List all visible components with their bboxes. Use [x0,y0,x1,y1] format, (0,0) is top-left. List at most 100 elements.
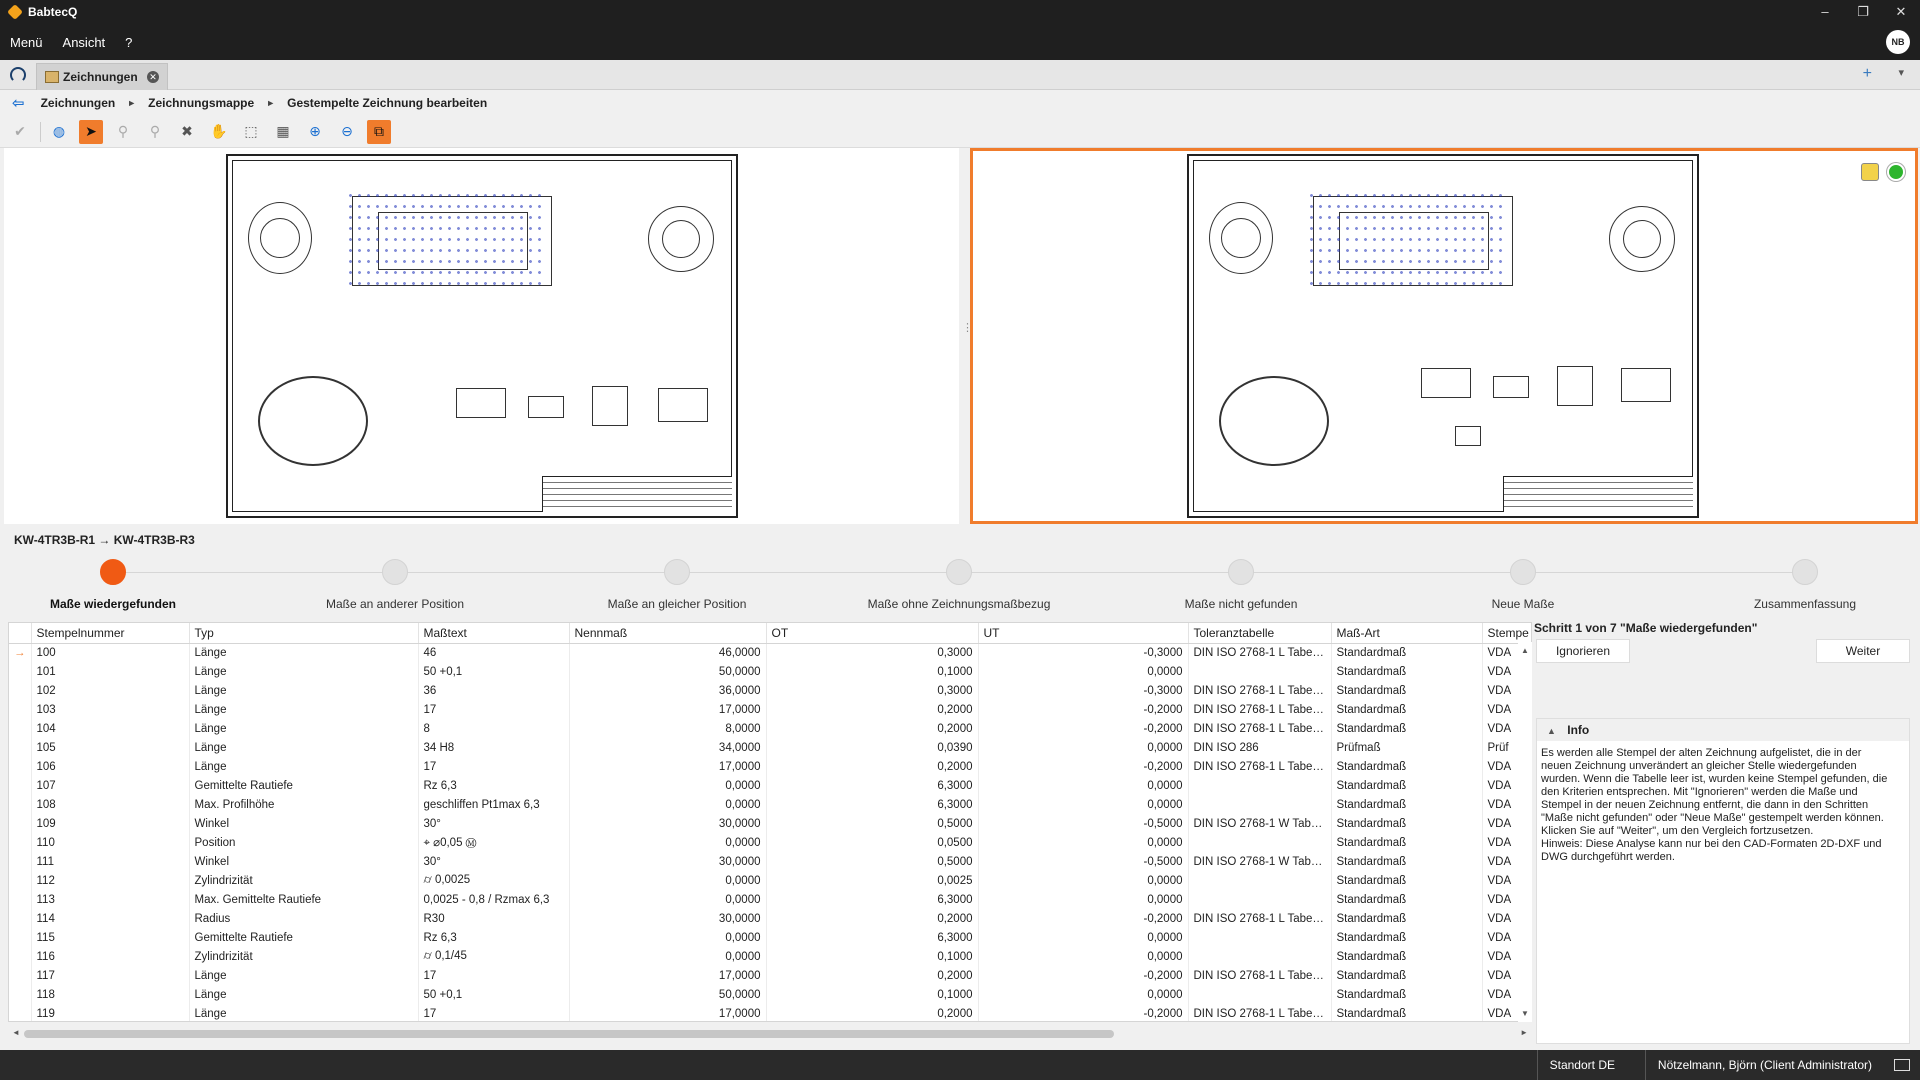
globe-icon[interactable]: ◍ [47,120,71,144]
table-row[interactable]: 119 Länge 17 17,0000 0,2000 -0,2000 DIN ISO 27… [9,1004,1531,1021]
next-button[interactable]: Weiter [1816,639,1910,663]
table-cell: 119 [31,1004,190,1021]
scroll-down-icon[interactable]: ▼ [1521,1009,1529,1018]
tab-label: Zeichnungen [63,70,138,84]
table-row[interactable]: 101 Länge 50 +0,1 50,0000 0,1000 0,0000 Standa… [9,662,1531,681]
row-indicator [9,1004,32,1021]
column-header-typ[interactable]: Typ [189,623,419,644]
table-cell: 0,0000 [978,776,1189,795]
scroll-left-icon[interactable]: ◄ [12,1028,20,1037]
table-cell: Standardmaß [1331,928,1483,947]
table-row[interactable]: 111 Winkel 30° 30,0000 0,5000 -0,5000 DIN ISO … [9,852,1531,871]
info-header[interactable]: ▲ Info [1537,719,1909,741]
table-row[interactable]: 116 Zylindrizität ⌭ 0,1/45 0,0000 0,1000 0,00… [9,947,1531,966]
compare-view-icon[interactable]: ⧉ [367,119,391,144]
menu-item-help[interactable]: ? [125,35,132,50]
table-row[interactable]: 108 Max. Profilhöhe geschliffen Pt1max 6,3… [9,795,1531,814]
zoom-area-icon[interactable]: ⬚ [239,120,263,144]
table-row[interactable]: 105 Länge 34 H8 34,0000 0,0390 0,0000 DIN ISO … [9,738,1531,757]
collapse-caret-icon[interactable]: ▲ [1547,726,1556,736]
table-row[interactable]: 103 Länge 17 17,0000 0,2000 -0,2000 DIN ISO 27… [9,700,1531,719]
tab-close-icon[interactable]: ✕ [147,71,159,83]
table-cell: -0,2000 [978,909,1189,928]
column-header-masstext[interactable]: Maßtext [418,623,570,644]
table-cell: 105 [31,738,190,757]
table-cell: 6,3000 [766,928,979,947]
table-row[interactable]: 104 Länge 8 8,0000 0,2000 -0,2000 DIN ISO 2768… [9,719,1531,738]
table-row[interactable]: 112 Zylindrizität ⌭ 0,0025 0,0000 0,0025 0,00… [9,871,1531,890]
column-header-nennmass[interactable]: Nennmaß [569,623,767,644]
horizontal-scrollbar[interactable]: ◄ ► [8,1026,1532,1042]
breadcrumb-item-zeichnungen[interactable]: Zeichnungen [41,96,116,110]
table-cell: -0,5000 [978,814,1189,833]
pane-splitter-handle[interactable]: ⋮ [962,323,973,345]
table-cell: Gemittelte Rautiefe [189,928,419,947]
scroll-thumb[interactable] [24,1030,1114,1038]
dashboard-icon[interactable] [10,67,26,83]
step-ohne-bezug[interactable]: Maße ohne Zeichnungsmaßbezug [859,554,1059,611]
table-row[interactable]: 113 Max. Gemittelte Rautiefe 0,0025 - 0,8 … [9,890,1531,909]
vertical-scrollbar[interactable]: ▲ ▼ [1518,642,1532,1022]
table-row[interactable]: 109 Winkel 30° 30,0000 0,5000 -0,5000 DIN ISO … [9,814,1531,833]
zoom-in-icon[interactable]: ⊕ [303,120,327,144]
breadcrumb-item-zeichnungsmappe[interactable]: Zeichnungsmappe [148,96,254,110]
mail-icon[interactable] [1894,1059,1910,1071]
row-indicator [9,890,32,909]
row-indicator [9,700,32,719]
table-row[interactable]: 114 Radius R30 30,0000 0,2000 -0,2000 DIN ISO … [9,909,1531,928]
step-neue-masse[interactable]: Neue Maße [1423,554,1623,611]
old-drawing-pane[interactable] [4,148,959,524]
table-row[interactable]: 106 Länge 17 17,0000 0,2000 -0,2000 DIN ISO 27… [9,757,1531,776]
table-row[interactable]: 117 Länge 17 17,0000 0,2000 -0,2000 DIN ISO 27… [9,966,1531,985]
stamp-icon[interactable]: ⚲ [111,120,135,144]
table-cell: 112 [31,871,190,890]
table-row[interactable]: 115 Gemittelte Rautiefe Rz 6,3 0,0000 6,3000… [9,928,1531,947]
hand-pan-icon[interactable]: ✋ [207,120,231,144]
close-icon[interactable]: ✕ [1882,0,1920,24]
table-row[interactable]: 110 Position ⌖ ⌀0,05 Ⓜ 0,0000 0,0500 0,0000 St… [9,833,1531,852]
scroll-up-icon[interactable]: ▲ [1521,646,1529,655]
remove-stamp-icon[interactable]: ✖ [175,120,199,144]
step-gleiche-position[interactable]: Maße an gleicher Position [577,554,777,611]
menu-item-menue[interactable]: Menü [10,35,43,50]
menu-item-ansicht[interactable]: Ansicht [63,35,106,50]
tab-zeichnungen[interactable]: Zeichnungen ✕ [36,63,168,90]
table-cell: DIN ISO 2768-1 L Tabelle... [1188,719,1332,738]
table-cell: 50 +0,1 [418,662,570,681]
table-row[interactable]: → 100 Länge 46 46,0000 0,3000 -0,3000 DIN ISO 2… [9,643,1531,662]
back-arrow-icon[interactable]: ⇦ [12,94,25,112]
select-pointer-icon[interactable]: ➤ [79,119,103,144]
column-header-stempelnummer[interactable]: Stempelnummer [31,623,190,644]
table-row[interactable]: 118 Länge 50 +0,1 50,0000 0,1000 0,0000 Standa… [9,985,1531,1004]
title-block [1503,476,1693,512]
zoom-out-icon[interactable]: ⊖ [335,120,359,144]
table-row[interactable]: 107 Gemittelte Rautiefe Rz 6,3 0,0000 6,3000… [9,776,1531,795]
step-andere-position[interactable]: Maße an anderer Position [295,554,495,611]
user-key-icon[interactable] [1861,163,1879,181]
stamp-multi-icon[interactable]: ⚲ [143,120,167,144]
step-zusammenfassung[interactable]: Zusammenfassung [1705,554,1905,611]
fit-page-icon[interactable]: ▦ [271,120,295,144]
table-row[interactable]: 102 Länge 36 36,0000 0,3000 -0,3000 DIN ISO 27… [9,681,1531,700]
new-drawing-pane[interactable] [970,148,1918,524]
table-cell: Länge [189,985,419,1004]
checkmark-icon[interactable]: ✔ [8,120,32,144]
step-nicht-gefunden[interactable]: Maße nicht gefunden [1141,554,1341,611]
scroll-right-icon[interactable]: ► [1520,1028,1528,1037]
chevron-down-icon[interactable]: ▾ [1898,66,1904,79]
column-header-toleranztabelle[interactable]: Toleranztabelle [1188,623,1332,644]
column-header-ot[interactable]: OT [766,623,979,644]
minimize-icon[interactable]: – [1806,0,1844,24]
column-header-stempel[interactable]: Stempe [1482,623,1531,644]
restore-icon[interactable]: ❐ [1844,0,1882,24]
table-cell: Standardmaß [1331,890,1483,909]
chevron-right-icon: ► [266,98,276,108]
column-header-ut[interactable]: UT [978,623,1189,644]
avatar[interactable]: NB [1886,30,1910,54]
column-header-mass-art[interactable]: Maß-Art [1331,623,1483,644]
ignore-button[interactable]: Ignorieren [1536,639,1630,663]
stamps-table[interactable]: Stempelnummer Typ Maßtext Nennmaß OT UT … [8,622,1532,1022]
add-tab-icon[interactable]: + [1863,65,1872,83]
step-masse-wiedergefunden[interactable]: Maße wiedergefunden [13,554,213,611]
table-cell: 110 [31,833,190,852]
